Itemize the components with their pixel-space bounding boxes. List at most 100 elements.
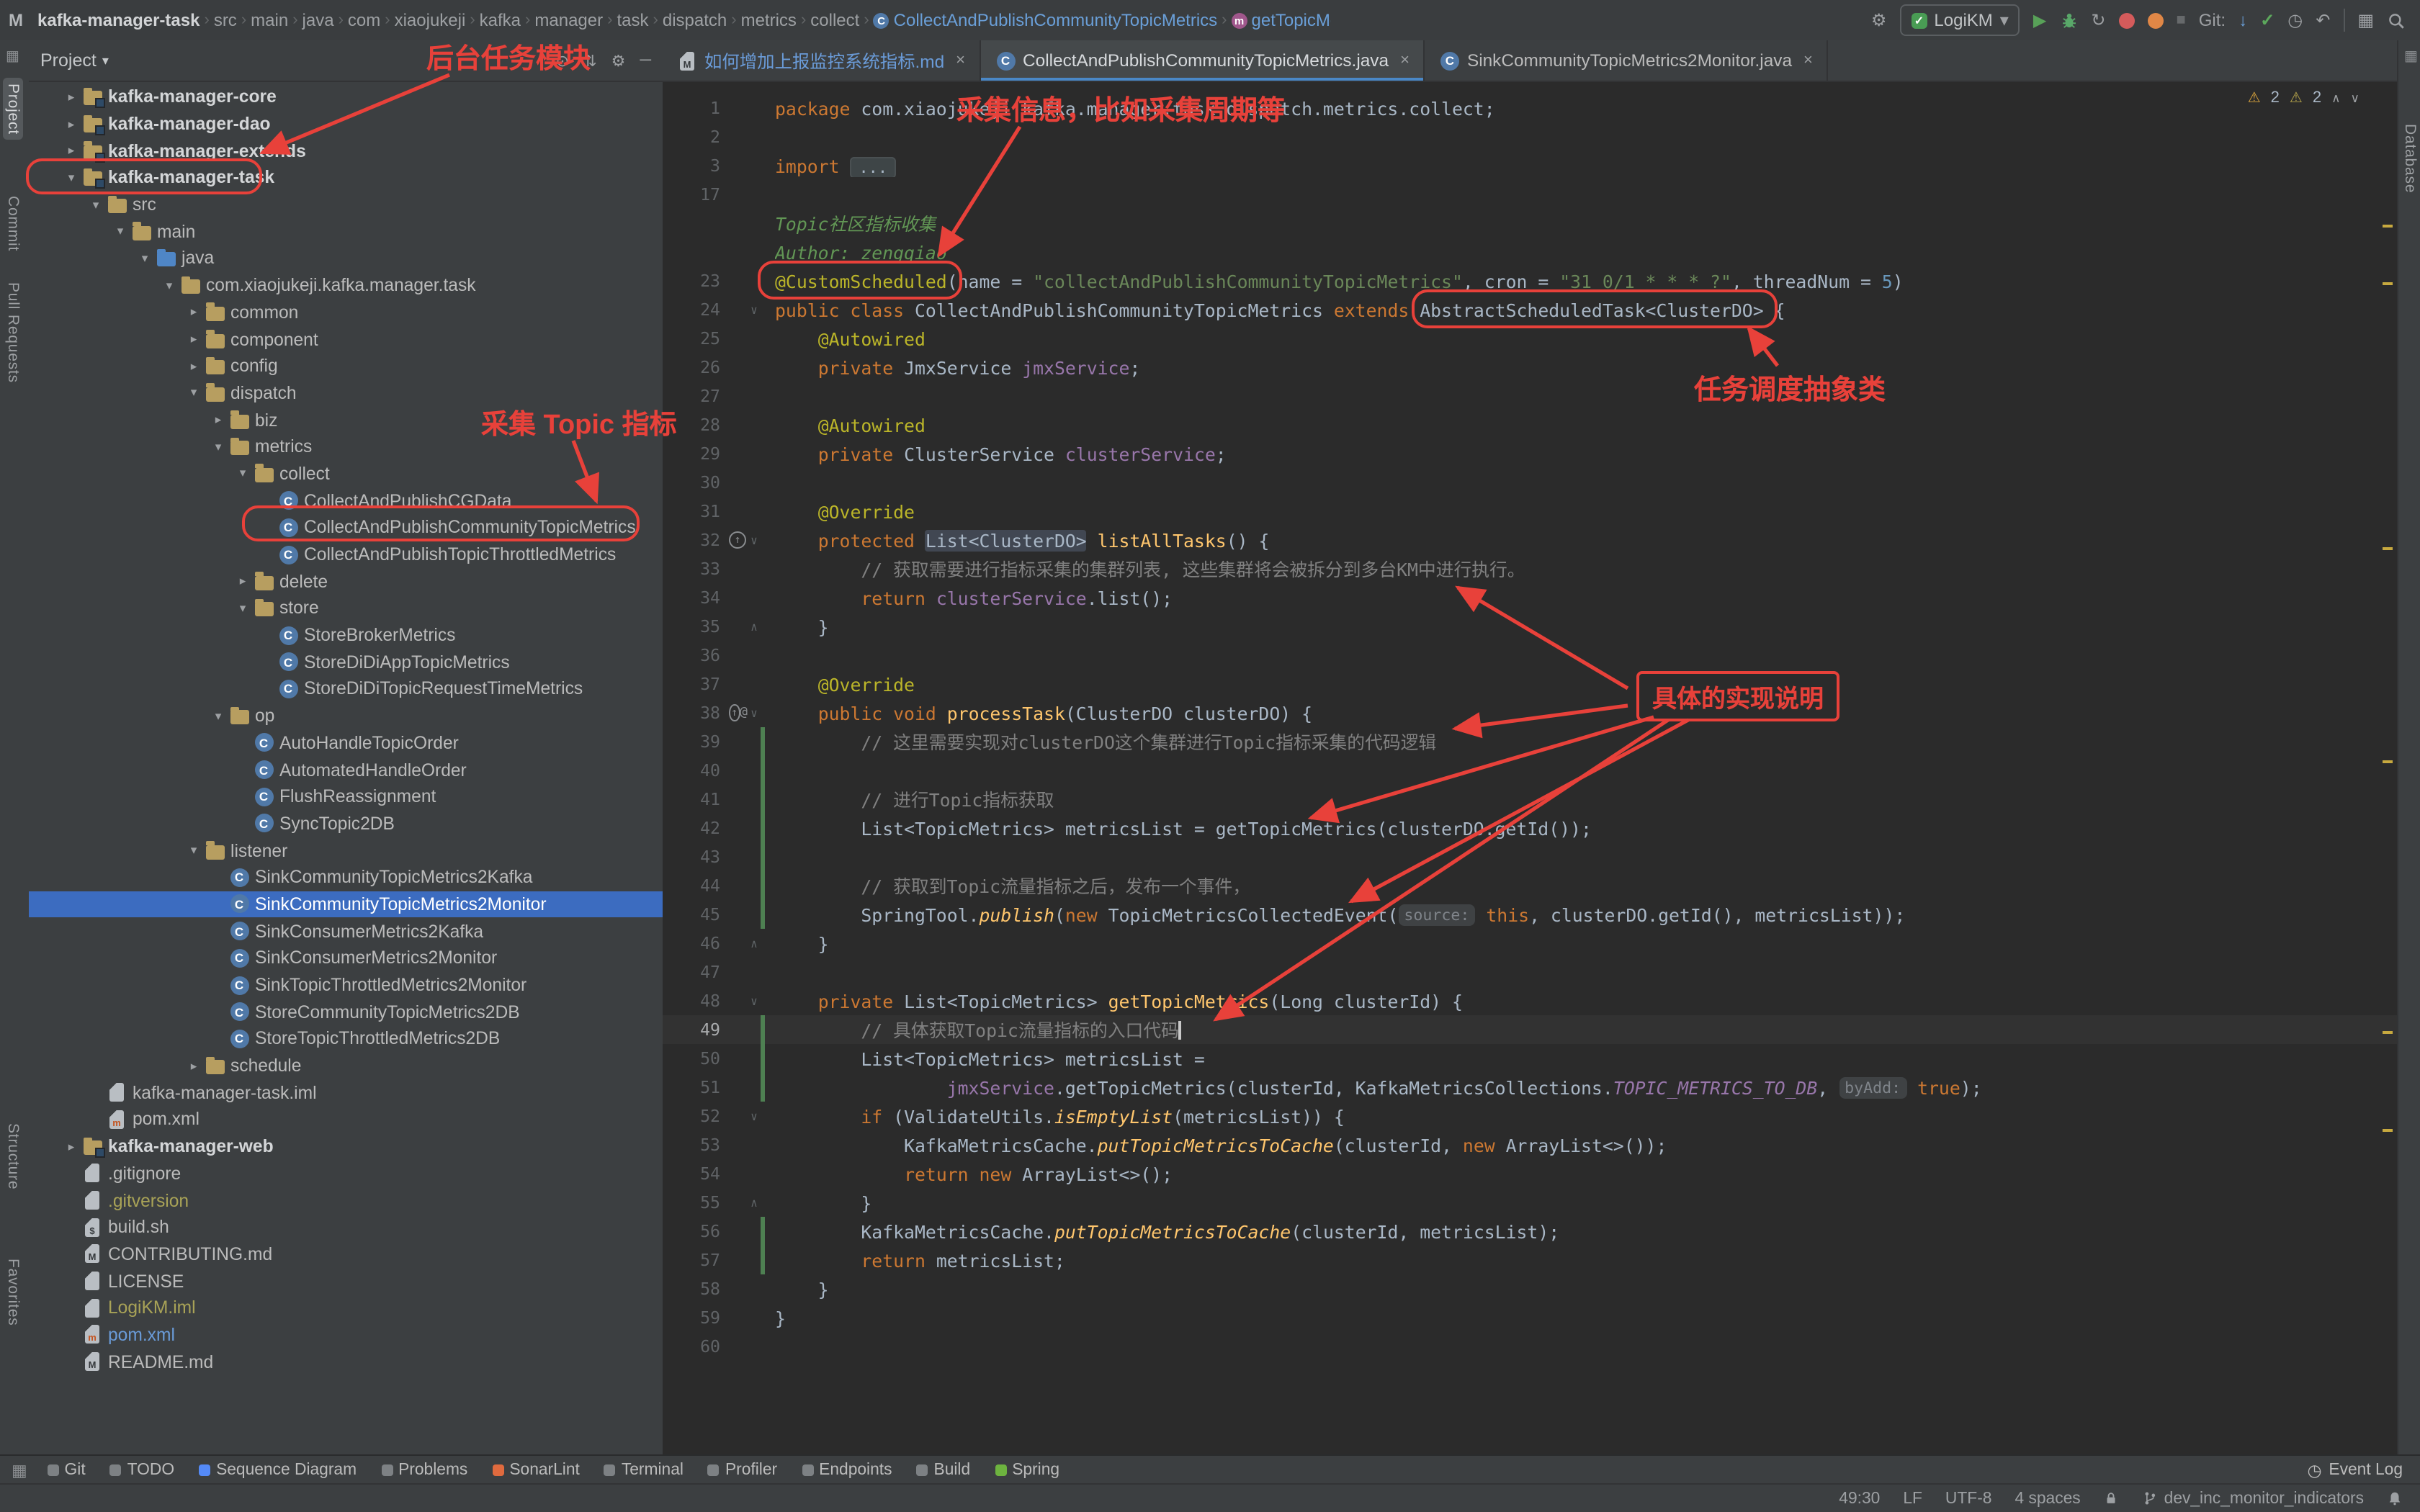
tree-item[interactable]: CStoreBrokerMetrics bbox=[29, 622, 663, 649]
line-number[interactable]: 41 bbox=[663, 789, 729, 809]
tool-window-button-endpoints[interactable]: Endpoints bbox=[802, 1461, 892, 1478]
breadcrumb-segment[interactable]: java bbox=[302, 10, 334, 30]
readonly-toggle[interactable] bbox=[2104, 1490, 2120, 1506]
tool-button-favorites[interactable]: Favorites bbox=[4, 1259, 22, 1326]
next-problem-icon[interactable]: ∨ bbox=[2351, 90, 2360, 106]
profiler-action-icon[interactable] bbox=[2147, 12, 2163, 28]
stop-button[interactable]: ■ bbox=[2176, 12, 2185, 29]
line-number[interactable]: 55 bbox=[663, 1192, 729, 1212]
chevron-right-icon[interactable]: ▸ bbox=[184, 305, 203, 320]
tree-item[interactable]: ▸biz bbox=[29, 407, 663, 433]
code-line[interactable]: 27 bbox=[663, 382, 2397, 410]
tree-item[interactable]: CCollectAndPublishTopicThrottledMetrics bbox=[29, 541, 663, 567]
tool-windows-icon[interactable]: ▦ bbox=[2357, 10, 2374, 30]
chevron-down-icon[interactable]: ▾ bbox=[209, 708, 228, 724]
breadcrumb-class[interactable]: CCollectAndPublishCommunityTopicMetrics bbox=[874, 10, 1218, 30]
line-number[interactable]: 39 bbox=[663, 732, 729, 752]
tree-item[interactable]: .gitversion bbox=[29, 1187, 663, 1213]
notifications-button[interactable] bbox=[2387, 1490, 2403, 1506]
tree-item[interactable]: ▾collect bbox=[29, 460, 663, 487]
line-number[interactable]: 23 bbox=[663, 271, 729, 291]
code-line[interactable]: 28 @Autowired bbox=[663, 410, 2397, 439]
build-settings-icon[interactable]: ⚙ bbox=[1871, 10, 1887, 30]
tree-item[interactable]: .gitignore bbox=[29, 1160, 663, 1187]
breadcrumb-segment[interactable]: collect bbox=[810, 10, 859, 30]
line-number[interactable]: 2 bbox=[663, 127, 729, 147]
line-number[interactable]: 36 bbox=[663, 645, 729, 665]
line-number[interactable]: 43 bbox=[663, 847, 729, 867]
chevron-right-icon[interactable]: ▸ bbox=[62, 116, 81, 132]
line-number[interactable]: 50 bbox=[663, 1048, 729, 1068]
line-number[interactable]: 49 bbox=[663, 1020, 729, 1040]
code-line[interactable]: 53 KafkaMetricsCache.putTopicMetricsToCa… bbox=[663, 1130, 2397, 1159]
line-number[interactable]: 27 bbox=[663, 386, 729, 406]
settings-icon[interactable]: ⚙ bbox=[611, 51, 626, 70]
tool-window-button-terminal[interactable]: Terminal bbox=[604, 1461, 684, 1478]
tree-item[interactable]: CStoreTopicThrottledMetrics2DB bbox=[29, 1025, 663, 1052]
line-number[interactable]: 59 bbox=[663, 1308, 729, 1328]
breadcrumb-segment[interactable]: kafka bbox=[480, 10, 521, 30]
code-line[interactable]: Topic社区指标收集 bbox=[663, 209, 2397, 238]
breadcrumb-segment[interactable]: metrics bbox=[741, 10, 797, 30]
fold-marker[interactable]: ∨ bbox=[748, 706, 761, 719]
tool-window-button-sequence-diagram[interactable]: Sequence Diagram bbox=[199, 1461, 357, 1478]
code-line[interactable]: 26 private JmxService jmxService; bbox=[663, 353, 2397, 382]
breadcrumb-method[interactable]: mgetTopicMetri bbox=[1232, 10, 1332, 30]
code-line[interactable]: 40 bbox=[663, 756, 2397, 785]
code-line[interactable]: 34 return clusterService.list(); bbox=[663, 583, 2397, 612]
tool-window-button-git[interactable]: Git bbox=[48, 1461, 86, 1478]
line-number[interactable]: 44 bbox=[663, 876, 729, 896]
editor-tab[interactable]: CCollectAndPublishCommunityTopicMetrics.… bbox=[981, 40, 1425, 81]
line-number[interactable]: 33 bbox=[663, 559, 729, 579]
debug-button[interactable] bbox=[2059, 11, 2078, 30]
chevron-down-icon[interactable]: ▾ bbox=[111, 224, 130, 240]
project-panel-title[interactable]: Project bbox=[40, 50, 97, 71]
code-line[interactable]: 38↑@∨ public void processTask(ClusterDO … bbox=[663, 698, 2397, 727]
run-config-select[interactable]: ✓ LogiKM ▾ bbox=[1899, 4, 2020, 36]
tool-window-button-spring[interactable]: Spring bbox=[995, 1461, 1059, 1478]
code-line[interactable]: 50 List<TopicMetrics> metricsList = bbox=[663, 1044, 2397, 1073]
code-line[interactable]: 39 // 这里需要实现对clusterDO这个集群进行Topic指标采集的代码… bbox=[663, 727, 2397, 756]
tree-item[interactable]: mpom.xml bbox=[29, 1321, 663, 1348]
breadcrumb-segment[interactable]: task bbox=[617, 10, 648, 30]
rerun-icon[interactable]: ↻ bbox=[2091, 10, 2105, 30]
line-number[interactable]: 60 bbox=[663, 1336, 729, 1356]
breadcrumb-segment[interactable]: src bbox=[214, 10, 237, 30]
line-number[interactable]: 24 bbox=[663, 300, 729, 320]
tree-item[interactable]: ▾metrics bbox=[29, 433, 663, 460]
tree-item[interactable]: ▾dispatch bbox=[29, 379, 663, 406]
code-line[interactable]: 35∧ } bbox=[663, 612, 2397, 641]
code-line[interactable]: 59} bbox=[663, 1303, 2397, 1332]
close-icon[interactable]: × bbox=[1400, 52, 1410, 69]
chevron-down-icon[interactable]: ▾ bbox=[86, 197, 105, 212]
breadcrumb-segment[interactable]: xiaojukeji bbox=[395, 10, 466, 30]
tool-windows-icon[interactable]: ▦ bbox=[12, 1459, 27, 1480]
tree-item[interactable]: LICENSE bbox=[29, 1268, 663, 1295]
line-number[interactable]: 30 bbox=[663, 472, 729, 492]
chevron-down-icon[interactable]: ▾ bbox=[184, 385, 203, 401]
code-line[interactable]: 36 bbox=[663, 641, 2397, 670]
line-number[interactable]: 38 bbox=[663, 703, 729, 723]
code-line[interactable]: 54 return new ArrayList<>(); bbox=[663, 1159, 2397, 1188]
run-button[interactable]: ▶ bbox=[2033, 10, 2046, 30]
breadcrumb-segment[interactable]: com bbox=[348, 10, 380, 30]
chevron-right-icon[interactable]: ▸ bbox=[62, 1138, 81, 1154]
line-separator[interactable]: LF bbox=[1903, 1490, 1922, 1507]
tree-item[interactable]: $build.sh bbox=[29, 1214, 663, 1241]
editor-tab[interactable]: CSinkCommunityTopicMetrics2Monitor.java× bbox=[1425, 40, 1829, 81]
code-line[interactable]: 48∨ private List<TopicMetrics> getTopicM… bbox=[663, 986, 2397, 1015]
tree-item[interactable]: CCollectAndPublishCGData bbox=[29, 487, 663, 514]
line-number[interactable]: 37 bbox=[663, 674, 729, 694]
hide-panel-icon[interactable]: ─ bbox=[640, 51, 651, 70]
tree-item[interactable]: CStoreCommunityTopicMetrics2DB bbox=[29, 999, 663, 1025]
vcs-update-button[interactable]: ↓ bbox=[2238, 10, 2247, 30]
code-line[interactable]: 3import ... bbox=[663, 151, 2397, 180]
tree-item[interactable]: ▾kafka-manager-task bbox=[29, 164, 663, 191]
tree-item[interactable]: kafka-manager-task.iml bbox=[29, 1079, 663, 1106]
line-number[interactable]: 48 bbox=[663, 991, 729, 1011]
chevron-right-icon[interactable]: ▸ bbox=[184, 1058, 203, 1074]
code-line[interactable]: 29 private ClusterService clusterService… bbox=[663, 439, 2397, 468]
event-log-button[interactable]: ◷ Event Log bbox=[2308, 1459, 2420, 1480]
plugin-action-icon[interactable] bbox=[2118, 12, 2134, 28]
vcs-commit-button[interactable]: ✓ bbox=[2260, 10, 2275, 30]
